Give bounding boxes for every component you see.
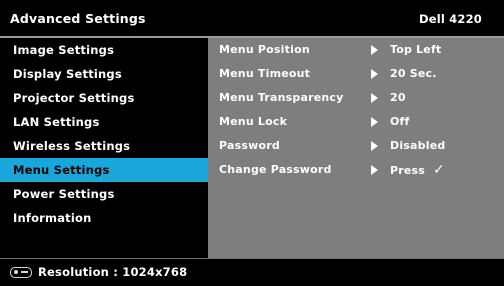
press-label: Press (390, 164, 426, 177)
menu-settings-panel: Menu Position Top Left Menu Timeout 20 S… (208, 38, 504, 258)
menu-item-display-settings[interactable]: Display Settings (0, 62, 208, 86)
setting-value: Press ✓ (390, 158, 445, 183)
setting-label: Change Password (219, 163, 332, 176)
arrow-right-icon (371, 45, 378, 55)
model-name: Dell 4220 (418, 12, 482, 26)
checkmark-icon: ✓ (433, 162, 445, 178)
menu-item-image-settings[interactable]: Image Settings (0, 38, 208, 62)
setting-value: 20 Sec. (390, 67, 437, 80)
setting-row-menu-timeout[interactable]: Menu Timeout 20 Sec. (208, 62, 504, 86)
settings-menu: Image Settings Display Settings Projecto… (0, 38, 208, 238)
menu-item-menu-settings[interactable]: Menu Settings (0, 158, 208, 182)
setting-value: Top Left (390, 43, 442, 56)
projector-icon (10, 267, 32, 278)
setting-row-menu-transparency[interactable]: Menu Transparency 20 (208, 86, 504, 110)
menu-item-lan-settings[interactable]: LAN Settings (0, 110, 208, 134)
setting-label: Password (219, 139, 280, 152)
setting-value: Off (390, 115, 410, 128)
setting-label: Menu Transparency (219, 91, 344, 104)
arrow-right-icon (371, 117, 378, 127)
setting-row-password[interactable]: Password Disabled (208, 134, 504, 158)
header-bar: Advanced Settings Dell 4220 (0, 0, 504, 36)
status-footer: Resolution : 1024x768 (0, 259, 504, 286)
setting-label: Menu Timeout (219, 67, 311, 80)
setting-value: Disabled (390, 139, 446, 152)
menu-item-wireless-settings[interactable]: Wireless Settings (0, 134, 208, 158)
setting-row-menu-lock[interactable]: Menu Lock Off (208, 110, 504, 134)
page-title: Advanced Settings (10, 11, 146, 26)
setting-row-change-password[interactable]: Change Password Press ✓ (208, 158, 504, 182)
arrow-right-icon (371, 69, 378, 79)
resolution-text: Resolution : 1024x768 (38, 265, 188, 279)
setting-label: Menu Position (219, 43, 310, 56)
menu-item-projector-settings[interactable]: Projector Settings (0, 86, 208, 110)
setting-label: Menu Lock (219, 115, 288, 128)
menu-item-power-settings[interactable]: Power Settings (0, 182, 208, 206)
arrow-right-icon (371, 93, 378, 103)
menu-bottom-gap (0, 238, 208, 258)
setting-row-menu-position[interactable]: Menu Position Top Left (208, 38, 504, 62)
arrow-right-icon (371, 165, 378, 175)
menu-item-information[interactable]: Information (0, 206, 208, 230)
setting-value: 20 (390, 91, 406, 104)
arrow-right-icon (371, 141, 378, 151)
